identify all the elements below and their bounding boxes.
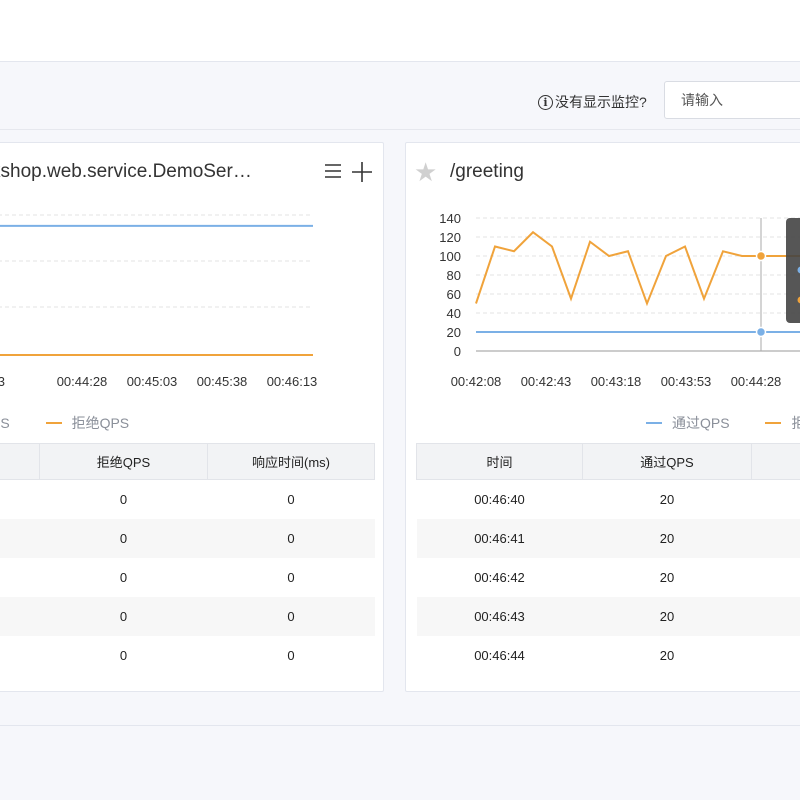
legend-swatch-pass [646, 421, 662, 424]
table-cell [0, 636, 40, 675]
table-cell: 0 [287, 491, 295, 507]
x-tick-label: 00:44:28 [731, 374, 782, 389]
table-cell [752, 558, 800, 597]
table-row: 00 [0, 518, 375, 558]
table-cell: 0 [39, 596, 208, 636]
table-cell [0, 518, 40, 558]
table-row: 00:46:41 20 [416, 518, 800, 558]
table-header: 通过QPS [582, 443, 752, 480]
qps-line-chart: 3 00:44:28 00:45:03 00:45:38 00:46:13 [0, 214, 318, 389]
table-header [0, 443, 40, 480]
table-header: 拒绝QPS [39, 443, 208, 480]
table-cell: 00:46:43 [416, 596, 583, 636]
legend-label-block: 拒绝QPS [71, 415, 130, 431]
table-cell: 20 [659, 491, 675, 507]
table-cell [752, 636, 800, 675]
hover-point-block [755, 250, 767, 262]
x-tick-label: 00:45:38 [197, 374, 248, 389]
series-line-block [475, 230, 800, 307]
table-cell: 20 [659, 647, 675, 663]
y-tick-label: 80 [447, 268, 461, 283]
table-cell: 00:46:44 [474, 647, 525, 663]
page-footer [0, 725, 800, 800]
table-cell: 0 [207, 596, 375, 636]
table-cell [0, 480, 40, 519]
table-row: 00 [0, 480, 375, 519]
search-input[interactable] [664, 81, 800, 119]
plus-icon[interactable] [351, 161, 373, 183]
legend-label-pass: 通过QPS [672, 415, 730, 431]
table-row: 00 [0, 636, 375, 675]
legend-item-block[interactable]: 拒绝QPS [45, 413, 130, 433]
table-cell: 00:46:41 [416, 518, 583, 558]
table-cell: 0 [119, 569, 128, 585]
table-cell: 00:46:42 [474, 569, 525, 585]
legend-item-pass[interactable]: PS [0, 415, 10, 431]
legend-swatch-block [45, 421, 62, 424]
table-cell: 0 [119, 491, 128, 507]
y-tick-label: 60 [447, 287, 461, 302]
x-tick-label: 00:44:28 [57, 374, 108, 389]
y-tick-label: 100 [439, 249, 461, 264]
legend-label-pass: PS [0, 415, 10, 431]
table-row: 00:46:43 20 [416, 596, 800, 636]
star-icon[interactable]: ★ [414, 159, 437, 185]
chart-legend: 通过QPS 拒 [646, 413, 800, 433]
card-title: kshop.web.service.DemoSer… [0, 161, 252, 182]
table-cell: 00:46:40 [474, 491, 525, 507]
table-cell: 0 [287, 647, 295, 663]
legend-swatch-block [765, 421, 782, 424]
table-row: 00 [0, 558, 375, 597]
legend-item-pass[interactable]: 通过QPS [646, 413, 730, 433]
table-cell [751, 518, 800, 558]
chart-legend: PS 拒绝QPS [0, 413, 161, 433]
legend-item-block[interactable]: 拒 [765, 413, 800, 433]
table-row: 00 [0, 596, 375, 636]
table-cell: 0 [207, 518, 375, 558]
x-tick-label: 00:46:13 [267, 374, 318, 389]
x-tick-label: 00:43:18 [591, 374, 642, 389]
qps-line-chart: 0 20 40 60 80 100 120 140 00:42:08 00:42:43 00:43:… [439, 211, 800, 389]
table-row: 00:46:42 20 [417, 558, 800, 597]
monitor-hint-text: 没有显示监控? [555, 94, 647, 110]
resource-card-demo-service: kshop.web.service.DemoSer… 3 00:44:28 00:4… [0, 142, 384, 692]
table-row: 00:46:44 20 [417, 636, 800, 675]
table-cell [0, 596, 40, 636]
y-tick-label: 0 [454, 344, 461, 359]
x-tick-label: 00:43:53 [661, 374, 712, 389]
table-cell [0, 558, 40, 597]
monitor-hint[interactable]: i 没有显示监控? [538, 92, 647, 112]
table-cell: 20 [582, 596, 752, 636]
card-title: /greeting [450, 161, 524, 182]
info-icon: i [538, 94, 553, 110]
x-tick-label: 3 [0, 374, 5, 389]
metrics-table: 时间 通过QPS 00:46:40 20 00:46:41 20 00:46:42 2… [416, 443, 800, 675]
table-cell: 0 [39, 518, 208, 558]
y-tick-label: 40 [447, 306, 461, 321]
legend-label-block: 拒 [791, 415, 800, 431]
y-tick-label: 120 [439, 230, 461, 245]
table-header [751, 443, 800, 480]
menu-icon[interactable] [323, 161, 343, 181]
table-cell [751, 596, 800, 636]
table-row: 00:46:40 20 [417, 480, 800, 519]
table-cell: 20 [582, 518, 752, 558]
x-tick-label: 00:42:43 [521, 374, 572, 389]
table-header: 响应时间(ms) [207, 443, 375, 480]
y-tick-label: 20 [447, 325, 461, 340]
table-header: 时间 [416, 443, 583, 480]
hover-point-pass [755, 326, 767, 338]
top-navigation-bar [0, 0, 800, 62]
y-tick-label: 140 [439, 211, 461, 226]
table-cell: 0 [119, 647, 128, 663]
table-cell: 20 [659, 569, 675, 585]
x-tick-label: 00:45:03 [127, 374, 178, 389]
table-cell: 0 [287, 569, 295, 585]
x-tick-label: 00:42:08 [451, 374, 502, 389]
metrics-table: 拒绝QPS 响应时间(ms) 00 00 00 00 00 [0, 443, 375, 675]
resource-card-greeting: ★ /greeting 0 20 40 60 80 100 120 140 00:42:08 00… [405, 142, 800, 692]
table-cell [752, 480, 800, 519]
